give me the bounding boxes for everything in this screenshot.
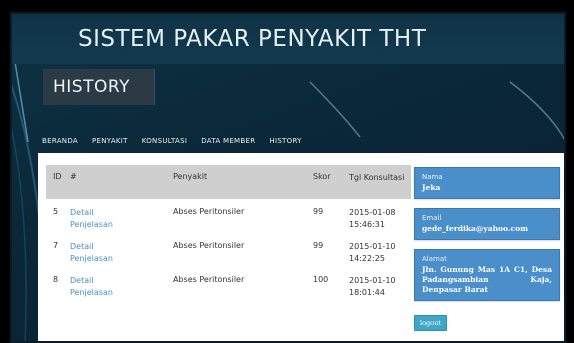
detail-link[interactable]: Detail Penjelasan	[66, 207, 169, 231]
cell-penyakit: Abses Peritonsiler	[173, 275, 245, 284]
alamat-value: Jln. Gunung Mas 1A C1, Desa Padangsambia…	[422, 265, 552, 294]
cell-time: 15:46:31	[349, 220, 385, 229]
col-header-id: ID	[53, 172, 62, 181]
cell-penyakit: Abses Peritonsiler	[173, 207, 245, 216]
col-header-penyakit: Penyakit	[173, 172, 208, 181]
site-title: SISTEM PAKAR PENYAKIT THT	[78, 26, 427, 52]
table-header: ID # Penyakit Skor Tgl Konsultasi	[46, 165, 411, 199]
cell-tgl: 2015-01-10 18:01:44	[345, 275, 411, 299]
cell-skor: 99	[313, 241, 324, 250]
nav-item-data-member[interactable]: DATA MEMBER	[201, 137, 255, 145]
cell-date: 2015-01-10	[349, 276, 396, 285]
cell-id: 5	[53, 207, 59, 216]
nav-item-history[interactable]: HISTORY	[269, 137, 301, 145]
logout-button[interactable]: logout	[414, 315, 447, 331]
main-nav: BERANDA PENYAKIT KONSULTASI DATA MEMBER …	[42, 134, 316, 148]
cell-time: 18:01:44	[349, 288, 385, 297]
profile-sidebar: Nama Jeka Email gede_ferdika@yahoo.com A…	[414, 167, 560, 331]
detail-link-line2[interactable]: Penjelasan	[70, 253, 169, 265]
profile-card-alamat: Alamat Jln. Gunung Mas 1A C1, Desa Padan…	[414, 249, 560, 301]
cell-penyakit: Abses Peritonsiler	[173, 241, 245, 250]
nav-item-konsultasi[interactable]: KONSULTASI	[142, 137, 188, 145]
content-panel: ID # Penyakit Skor Tgl Konsultasi 5 Deta…	[38, 153, 566, 343]
header-band: SISTEM PAKAR PENYAKIT THT	[10, 12, 566, 64]
table-row: 8 Detail Penjelasan Abses Peritonsiler 1…	[46, 267, 411, 301]
col-header-tgl: Tgl Konsultasi	[349, 173, 405, 182]
table-row: 5 Detail Penjelasan Abses Peritonsiler 9…	[46, 199, 411, 233]
nav-item-beranda[interactable]: BERANDA	[42, 137, 78, 145]
app-frame: SISTEM PAKAR PENYAKIT THT HISTORY BERAND…	[10, 12, 566, 343]
profile-card-email: Email gede_ferdika@yahoo.com	[414, 208, 560, 240]
email-value: gede_ferdika@yahoo.com	[422, 224, 529, 233]
page-title-box: HISTORY	[43, 69, 155, 105]
email-label: Email	[422, 214, 442, 222]
nama-value: Jeka	[422, 183, 441, 192]
cell-skor: 99	[313, 207, 324, 216]
history-table: ID # Penyakit Skor Tgl Konsultasi 5 Deta…	[46, 165, 411, 301]
cell-id: 8	[53, 275, 59, 284]
cell-skor: 100	[313, 275, 329, 284]
nama-label: Nama	[422, 173, 443, 181]
cell-id: 7	[53, 241, 59, 250]
col-header-hash: #	[70, 172, 77, 181]
cell-date: 2015-01-08	[349, 208, 396, 217]
detail-link-line2[interactable]: Penjelasan	[70, 219, 169, 231]
cell-date: 2015-01-10	[349, 242, 396, 251]
table-row: 7 Detail Penjelasan Abses Peritonsiler 9…	[46, 233, 411, 267]
detail-link[interactable]: Detail Penjelasan	[66, 275, 169, 299]
detail-link-line2[interactable]: Penjelasan	[70, 287, 169, 299]
col-header-skor: Skor	[313, 172, 331, 181]
cell-time: 14:22:25	[349, 254, 385, 263]
detail-link-line1[interactable]: Detail	[70, 275, 169, 287]
detail-link-line1[interactable]: Detail	[70, 241, 169, 253]
detail-link-line1[interactable]: Detail	[70, 207, 169, 219]
detail-link[interactable]: Detail Penjelasan	[66, 241, 169, 265]
nav-item-penyakit[interactable]: PENYAKIT	[92, 137, 128, 145]
profile-card-nama: Nama Jeka	[414, 167, 560, 199]
cell-tgl: 2015-01-10 14:22:25	[345, 241, 411, 265]
page-title: HISTORY	[53, 77, 130, 97]
cell-tgl: 2015-01-08 15:46:31	[345, 207, 411, 231]
alamat-label: Alamat	[422, 255, 447, 263]
